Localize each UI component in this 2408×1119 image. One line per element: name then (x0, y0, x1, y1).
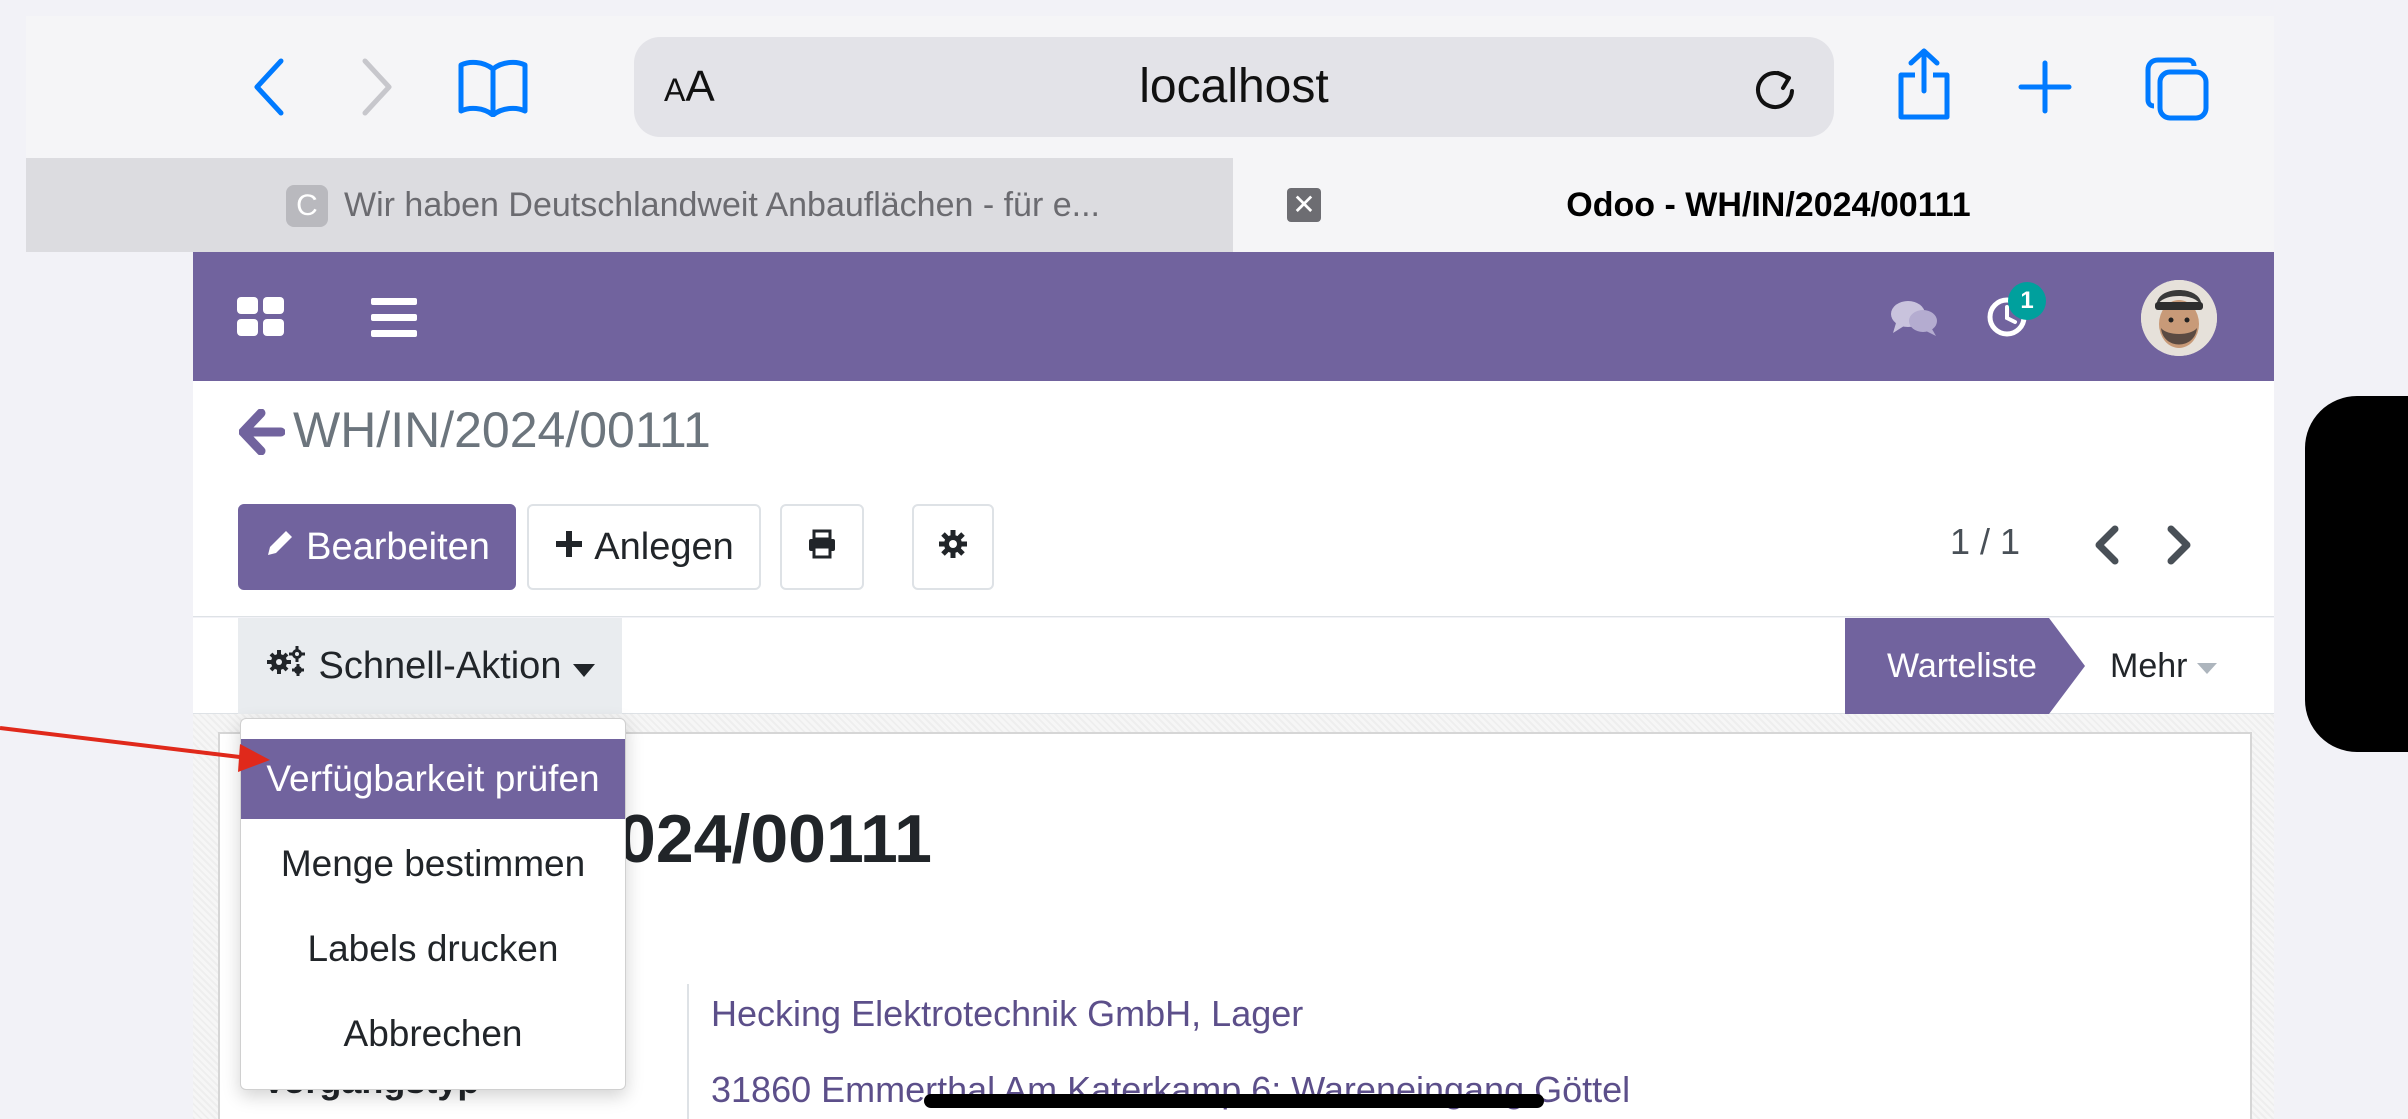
back-arrow-icon[interactable] (238, 408, 286, 460)
apps-grid-icon[interactable] (237, 297, 285, 342)
caret-down-icon (2197, 662, 2218, 674)
odoo-navbar: 1 (193, 252, 2274, 381)
annotation-arrow-icon (0, 726, 270, 772)
address-bar[interactable]: AA localhost (634, 37, 1834, 137)
url-text: localhost (1139, 60, 1329, 113)
menu-item-print-labels[interactable]: Labels drucken (241, 909, 625, 989)
menu-item-cancel[interactable]: Abbrechen (241, 994, 625, 1074)
plus-icon (554, 526, 584, 569)
pager-value[interactable]: 1 / 1 (1950, 521, 2020, 563)
print-icon (807, 526, 837, 569)
control-panel: WH/IN/2024/00111 Bearbeiten Anlegen 1 / … (193, 381, 2274, 617)
edit-button-label: Bearbeiten (306, 525, 490, 568)
tab-inactive[interactable]: C Wir haben Deutschlandweit Anbauflächen… (26, 158, 1233, 252)
user-avatar[interactable] (2141, 280, 2217, 356)
create-button[interactable]: Anlegen (527, 504, 761, 590)
reload-icon[interactable] (1752, 65, 1798, 111)
new-tab-plus-icon[interactable] (2018, 60, 2072, 114)
menu-item-set-quantities[interactable]: Menge bestimmen (241, 824, 625, 904)
breadcrumb: WH/IN/2024/00111 (293, 402, 711, 458)
record-title: 024/00111 (618, 801, 932, 877)
menu-hamburger-icon[interactable] (371, 298, 417, 343)
cogs-icon (265, 644, 307, 688)
tab-title-active: Odoo - WH/IN/2024/00111 (1566, 186, 1971, 224)
field-divider (687, 984, 689, 1119)
create-button-label: Anlegen (594, 525, 734, 568)
more-label: Mehr (2110, 647, 2188, 685)
activity-count-badge: 1 (2008, 282, 2046, 320)
print-button[interactable] (780, 504, 864, 590)
chat-bubbles-icon[interactable] (1890, 299, 1938, 342)
share-icon[interactable] (1894, 46, 1954, 122)
bookmarks-book-icon[interactable] (456, 56, 530, 118)
home-indicator (924, 1094, 1544, 1108)
quick-action-label: Schnell-Aktion (318, 644, 562, 687)
tab-favicon-icon: C (286, 185, 328, 227)
edit-button[interactable]: Bearbeiten (238, 504, 516, 590)
forward-chevron-icon[interactable] (354, 56, 400, 118)
pager-next-icon[interactable] (2165, 525, 2195, 570)
back-chevron-icon[interactable] (246, 56, 292, 118)
tab-title: Wir haben Deutschlandweit Anbauflächen -… (344, 186, 1100, 224)
status-waiting[interactable]: Warteliste (1845, 618, 2085, 714)
side-handle (2305, 396, 2408, 752)
form-statusbar: Schnell-Aktion Warteliste Mehr (193, 618, 2274, 714)
tabs-overview-icon[interactable] (2144, 56, 2210, 122)
tab-active[interactable]: ✕ Odoo - WH/IN/2024/00111 (1233, 158, 2274, 252)
action-gear-button[interactable] (912, 504, 994, 590)
caret-down-icon (573, 645, 596, 688)
tab-strip: C Wir haben Deutschlandweit Anbauflächen… (26, 158, 2274, 252)
status-more-button[interactable]: Mehr (2110, 618, 2218, 714)
gear-icon (938, 526, 968, 569)
pencil-icon (264, 526, 296, 569)
pager-previous-icon[interactable] (2091, 525, 2121, 570)
partner-address-line[interactable]: Hecking Elektrotechnik GmbH, Lager (711, 993, 1303, 1035)
